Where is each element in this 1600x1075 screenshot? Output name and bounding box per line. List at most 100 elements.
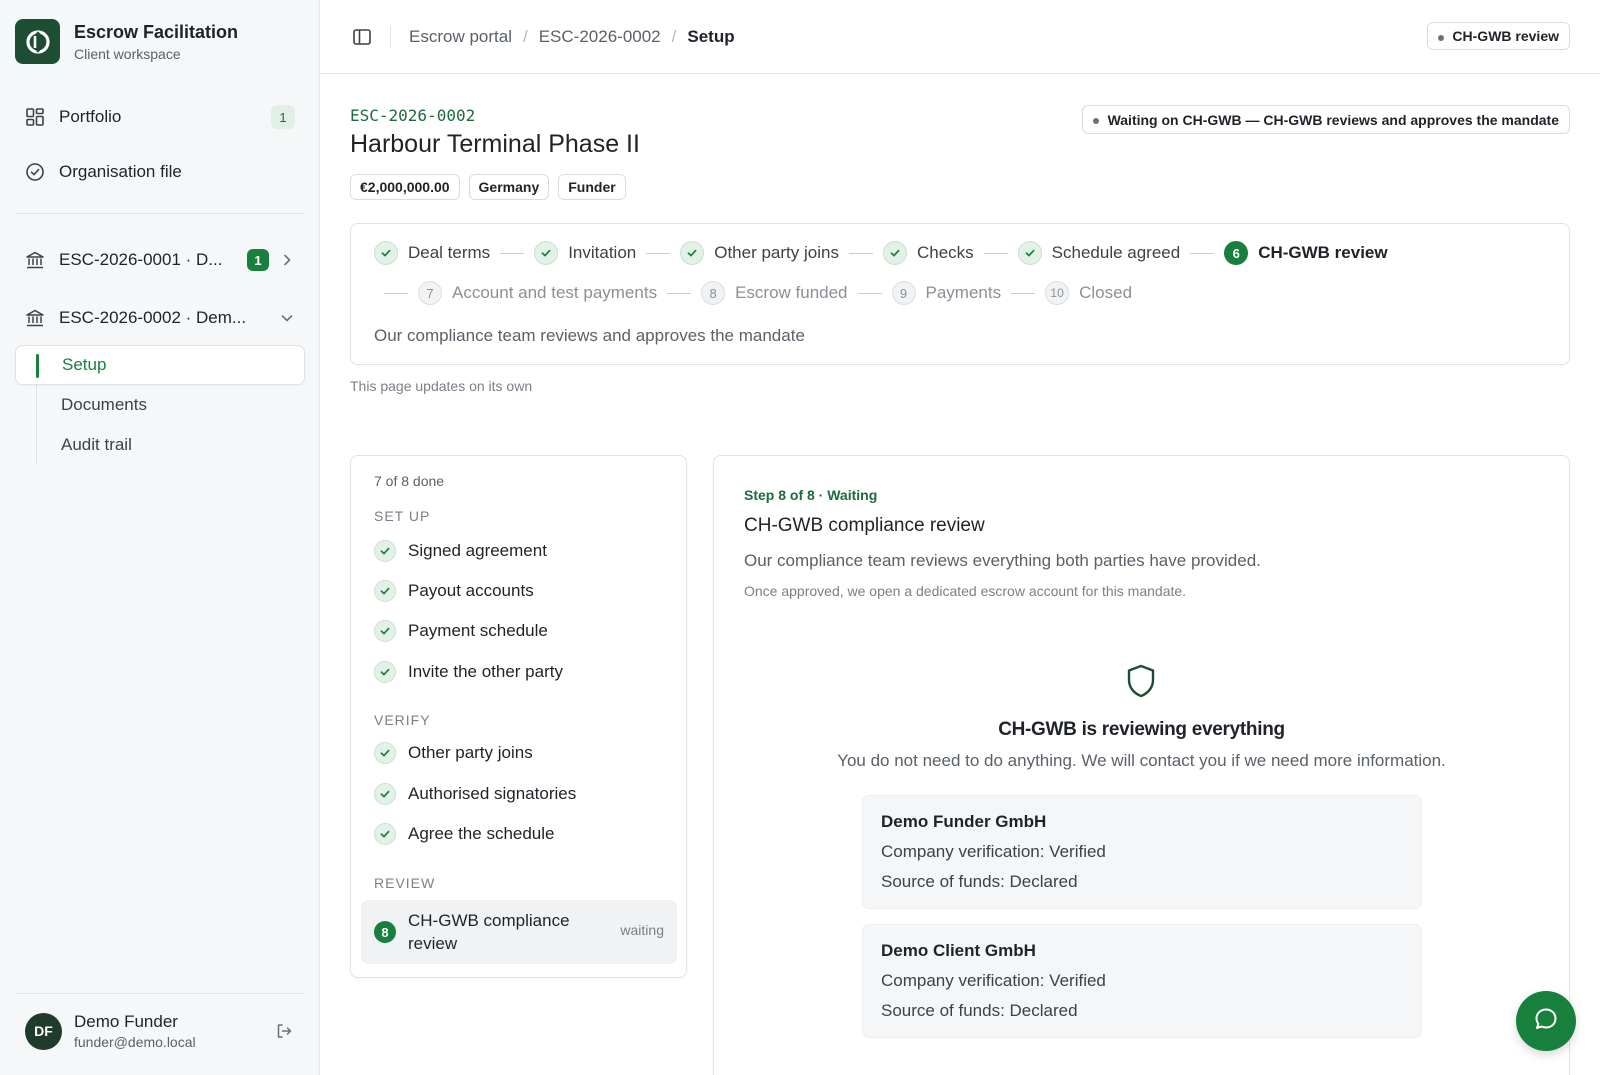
stepper-row-2: 7 Account and test payments 8 Escrow fun… [374, 281, 1132, 305]
brand-subtitle: Client workspace [74, 45, 181, 62]
party-verification: Company verification: Verified [881, 842, 1106, 861]
step-label: Escrow funded [735, 283, 848, 302]
chat-icon [1532, 1005, 1560, 1038]
sub-nav-audit-trail[interactable]: Audit trail [15, 425, 305, 465]
step-check-icon [374, 241, 398, 265]
breadcrumb-current: Setup [687, 26, 735, 46]
step-connector [646, 252, 671, 254]
chevron-right-icon [277, 250, 297, 270]
brand-title: Escrow Facilitation [74, 21, 239, 42]
bank-icon [25, 250, 45, 270]
step-connector [1011, 292, 1036, 294]
step-label: Closed [1079, 283, 1133, 302]
step-number: 9 [891, 281, 916, 305]
stepper-row-1: Deal terms Invitation Other party joins … [374, 241, 1388, 265]
party-name: Demo Funder GmbH [881, 812, 1047, 831]
nav-escrow-0002-label: ESC-2026-0002 · Dem... [59, 308, 247, 327]
sidebar: Escrow Facilitation Client workspace Por… [0, 0, 320, 1075]
checklist-item[interactable]: Signed agreement [374, 540, 547, 562]
group-header-review: REVIEW [374, 875, 436, 891]
step-number: 7 [418, 281, 442, 305]
checklist-item-label: Authorised signatories [408, 784, 577, 803]
user-block: DF Demo Funder funder@demo.local [25, 1012, 295, 1050]
check-icon [374, 823, 396, 845]
step-label: CH-GWB review [1258, 243, 1388, 262]
shield-icon [1122, 662, 1160, 700]
checklist-item-active[interactable]: 8 CH-GWB compliance review waiting [361, 900, 677, 964]
role-chip: Funder [558, 174, 626, 200]
sidebar-toggle-icon[interactable] [350, 25, 374, 49]
portfolio-count-badge: 1 [271, 105, 295, 129]
review-heading: CH-GWB is reviewing everything [998, 719, 1285, 740]
check-icon [374, 580, 396, 602]
check-icon [374, 661, 396, 683]
step-schedule-agreed: Schedule agreed [1017, 241, 1181, 265]
checklist-item-label: Agree the schedule [408, 824, 555, 843]
nav-organisation-file[interactable]: Organisation file [15, 152, 305, 192]
checklist-item[interactable]: Invite the other party [374, 661, 563, 683]
checklist-item-label: Signed agreement [408, 541, 547, 560]
step-escrow-funded: 8 Escrow funded [701, 281, 848, 305]
checklist-item[interactable]: Agree the schedule [374, 823, 555, 845]
bank-icon [25, 308, 45, 328]
brand-logo-icon [15, 19, 60, 64]
step-deal-terms: Deal terms [374, 241, 490, 265]
check-icon [374, 620, 396, 642]
step-check-icon [882, 241, 907, 265]
nav-portfolio-label: Portfolio [59, 107, 122, 126]
sub-nav-documents[interactable]: Documents [15, 385, 305, 425]
check-icon [374, 783, 396, 805]
nav-organisation-label: Organisation file [59, 162, 182, 181]
step-note: Once approved, we open a dedicated escro… [744, 583, 1187, 599]
step-detail-panel: Step 8 of 8 · Waiting CH-GWB compliance … [713, 455, 1570, 1075]
group-header-set-up: SET UP [374, 508, 431, 524]
header-divider [390, 25, 391, 48]
nav-escrow-0001[interactable]: ESC-2026-0001 · D... 1 [15, 240, 305, 280]
step-check-icon [680, 241, 705, 265]
checklist-item-label: Payout accounts [408, 581, 534, 600]
step-label: Checks [916, 243, 974, 262]
party-card-client: Demo Client GmbH Company verification: V… [862, 924, 1422, 1038]
step-number: 6 [1224, 241, 1249, 265]
step-payments: 9 Payments [891, 281, 1002, 305]
step-label: Schedule agreed [1051, 243, 1181, 262]
party-source-of-funds: Source of funds: Declared [881, 1001, 1078, 1020]
chevron-down-icon [277, 308, 297, 328]
brand: Escrow Facilitation Client workspace [15, 19, 238, 64]
checklist-item-state: waiting [620, 922, 664, 938]
step-connector [384, 292, 408, 294]
sub-nav-setup[interactable]: Setup [15, 345, 305, 385]
sidebar-footer-divider [15, 993, 305, 994]
party-name: Demo Client GmbH [881, 941, 1036, 960]
step-connector [500, 252, 525, 254]
chat-button[interactable] [1516, 991, 1576, 1051]
amount-chip: €2,000,000.00 [350, 174, 460, 200]
checklist-item-label: CH-GWB compliance review [408, 911, 570, 953]
case-reference: ESC-2026-0002 [350, 106, 476, 125]
party-source-of-funds: Source of funds: Declared [881, 872, 1078, 891]
nav-portfolio[interactable]: Portfolio 1 [15, 97, 305, 137]
checklist-progress: 7 of 8 done [374, 473, 445, 489]
step-number: 10 [1045, 281, 1070, 305]
step-connector [848, 252, 873, 254]
step-check-icon [534, 241, 559, 265]
checklist-item-label: Invite the other party [408, 662, 563, 681]
checklist-item[interactable]: Payment schedule [374, 620, 548, 642]
checklist-item-label: Payment schedule [408, 621, 548, 640]
breadcrumb-escrow-portal[interactable]: Escrow portal [409, 27, 512, 47]
checklist-item[interactable]: Authorised signatories [374, 783, 576, 805]
case-chips: €2,000,000.00 Germany Funder [350, 174, 635, 200]
breadcrumb-case[interactable]: ESC-2026-0002 [539, 27, 661, 47]
step-eyebrow: Step 8 of 8 · Waiting [744, 487, 878, 503]
checklist-item[interactable]: Other party joins [374, 742, 533, 764]
nav-escrow-0002[interactable]: ESC-2026-0002 · Dem... [15, 298, 305, 338]
review-subtext: You do not need to do anything. We will … [837, 751, 1446, 770]
logout-icon[interactable] [273, 1020, 295, 1042]
breadcrumb: Escrow portal / ESC-2026-0002 / Setup [409, 27, 735, 47]
sidebar-divider [15, 213, 305, 214]
step-connector [1190, 252, 1215, 254]
check-circle-icon [25, 162, 45, 182]
checklist-item[interactable]: Payout accounts [374, 580, 534, 602]
stepper-description: Our compliance team reviews and approves… [374, 326, 805, 345]
step-label: Payments [925, 283, 1002, 302]
